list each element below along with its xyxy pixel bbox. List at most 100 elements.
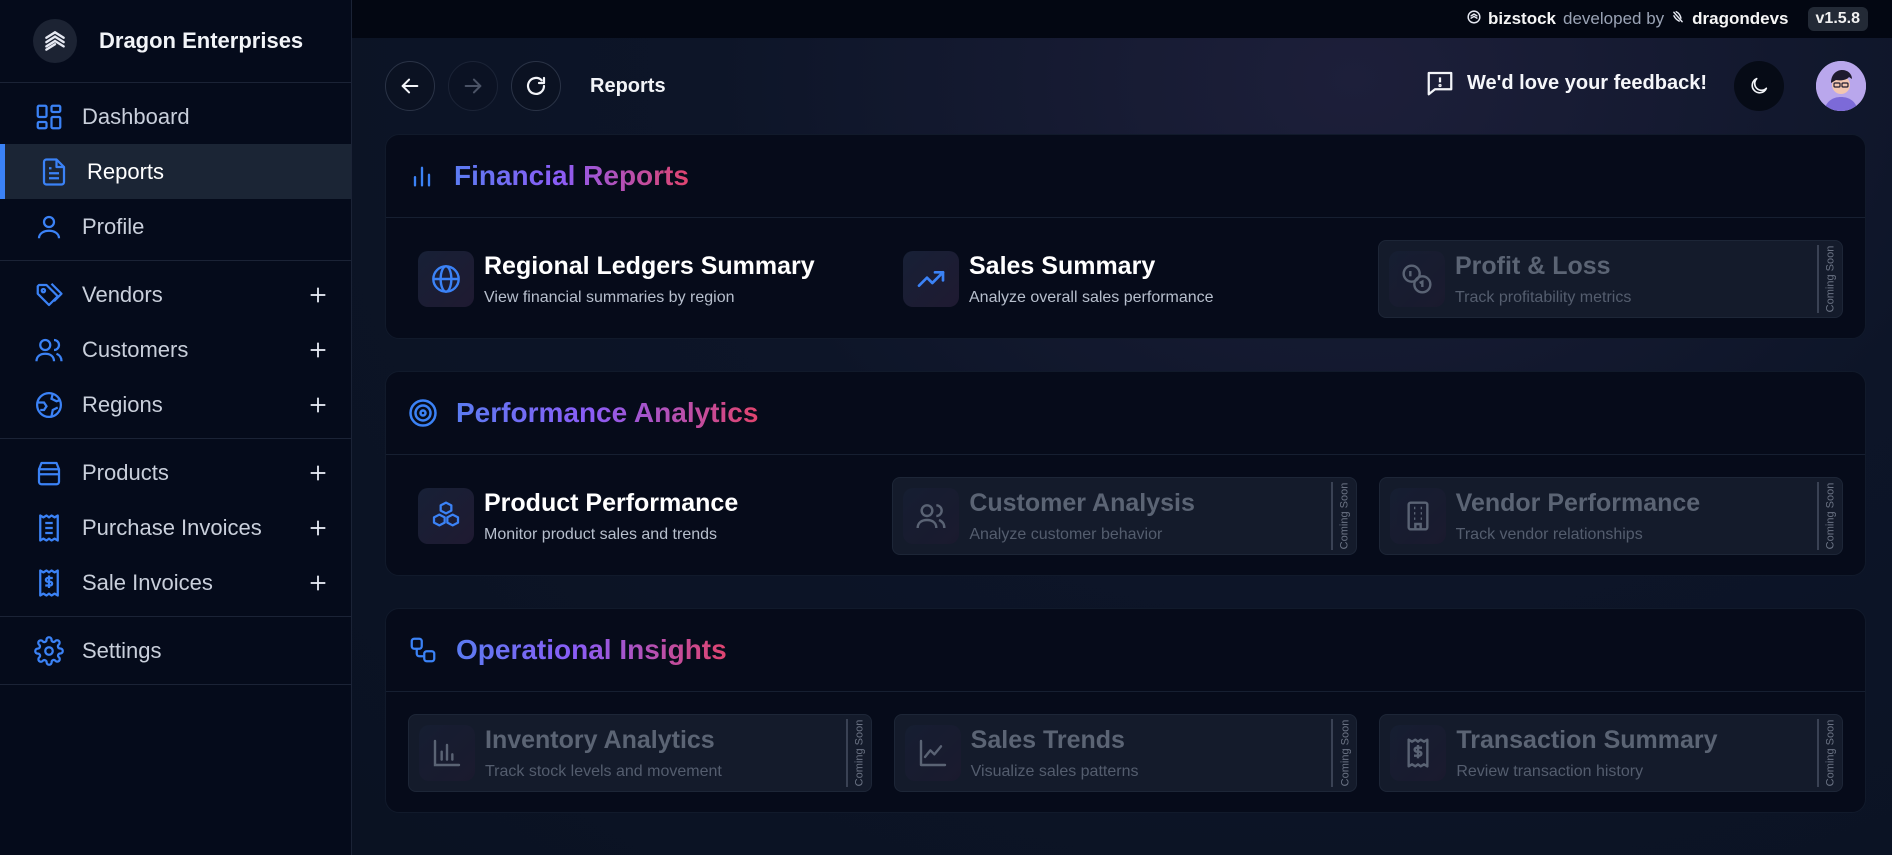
- sidebar-item-label: Sale Invoices: [82, 569, 213, 595]
- coming-soon-tag: Coming Soon: [1817, 245, 1842, 313]
- toolbar: Reports We'd love your feedback!: [385, 61, 1866, 111]
- gear-icon: [33, 635, 65, 667]
- card-title: Inventory Analytics: [485, 725, 715, 754]
- coming-soon-tag: Coming Soon: [1330, 482, 1356, 550]
- breadcrumb: Reports: [590, 74, 666, 97]
- coming-soon-tag: Coming Soon: [845, 719, 871, 787]
- forward-button[interactable]: [448, 61, 498, 111]
- expand-plus-icon[interactable]: [307, 517, 329, 539]
- feedback-button[interactable]: We'd love your feedback!: [1425, 68, 1707, 98]
- sidebar-item-label: Products: [82, 459, 169, 485]
- sidebar-item-customers[interactable]: Customers: [0, 322, 351, 377]
- card-title: Transaction Summary: [1456, 725, 1718, 754]
- sidebar-item-label: Purchase Invoices: [82, 514, 262, 540]
- sidebar-item-regions[interactable]: Regions: [0, 377, 351, 432]
- card-description: Analyze customer behavior: [969, 525, 1163, 543]
- version-badge: v1.5.8: [1807, 7, 1868, 31]
- main-content: Reports We'd love your feedback! Financi…: [352, 38, 1892, 855]
- report-card-vendor-performance: Vendor Performance Track vendor relation…: [1378, 477, 1843, 555]
- sidebar-item-profile[interactable]: Profile: [0, 199, 351, 254]
- card-row: Inventory Analytics Track stock levels a…: [408, 714, 1844, 792]
- card-title: Vendor Performance: [1455, 488, 1701, 517]
- document-icon: [38, 156, 70, 188]
- dashboard-icon: [33, 101, 65, 133]
- line-chart-icon: [904, 725, 961, 781]
- sidebar-item-label: Profile: [82, 213, 145, 239]
- section-header: Operational Insights: [386, 609, 1865, 692]
- dollar-receipt-icon: [33, 567, 65, 599]
- box-icon: [33, 457, 65, 489]
- users-icon: [33, 334, 65, 366]
- moon-icon: [1751, 77, 1768, 94]
- card-title: Product Performance: [484, 488, 739, 517]
- sidebar-item-reports[interactable]: Reports: [0, 144, 351, 199]
- refresh-icon: [526, 76, 546, 95]
- report-card-product-performance[interactable]: Product Performance Monitor product sale…: [408, 477, 870, 555]
- sidebar-item-settings[interactable]: Settings: [0, 623, 351, 678]
- section-title: Performance Analytics: [456, 397, 759, 428]
- bar-chart-icon: [419, 725, 475, 781]
- refresh-button[interactable]: [511, 61, 561, 111]
- coming-soon-tag: Coming Soon: [1331, 719, 1356, 787]
- boxes-icon: [418, 488, 474, 544]
- theme-toggle-button[interactable]: [1734, 61, 1784, 111]
- card-description: Monitor product sales and trends: [484, 525, 718, 543]
- sidebar-item-sale-invoices[interactable]: Sale Invoices: [0, 555, 351, 610]
- card-title: Profit & Loss: [1455, 251, 1611, 280]
- receipt-icon: [33, 512, 65, 544]
- sidebar: Dragon Enterprises Dashboard Reports Pro…: [0, 0, 352, 855]
- sidebar-item-vendors[interactable]: Vendors: [0, 267, 351, 322]
- section-operational-insights: Operational Insights Inventory Analytics…: [385, 608, 1866, 813]
- card-description: Track vendor relationships: [1455, 525, 1643, 543]
- avatar[interactable]: [1816, 61, 1866, 111]
- report-card-sales-summary[interactable]: Sales Summary Analyze overall sales perf…: [893, 240, 1356, 318]
- globe-icon: [33, 389, 65, 421]
- tag-icon: [33, 279, 65, 311]
- company-logo-icon: [33, 19, 77, 63]
- card-title: Regional Ledgers Summary: [484, 251, 815, 280]
- nav-group-settings: Settings: [0, 617, 351, 685]
- brand[interactable]: Dragon Enterprises: [0, 0, 351, 83]
- card-row: Product Performance Monitor product sale…: [408, 477, 1843, 555]
- card-row: Regional Ledgers Summary View financial …: [408, 240, 1843, 318]
- bizstock-logo-icon: [1467, 9, 1481, 29]
- coming-soon-tag: Coming Soon: [1817, 719, 1842, 787]
- sidebar-item-purchase-invoices[interactable]: Purchase Invoices: [0, 500, 351, 555]
- card-title: Sales Summary: [969, 251, 1156, 280]
- nav-group-inventory: Products Purchase Invoices Sale Invoices: [0, 439, 351, 617]
- expand-plus-icon[interactable]: [307, 572, 329, 594]
- feedback-label: We'd love your feedback!: [1466, 71, 1707, 94]
- coming-soon-tag: Coming Soon: [1816, 482, 1842, 550]
- sidebar-item-label: Settings: [82, 637, 162, 663]
- bar-chart-icon: [413, 166, 431, 187]
- report-card-customer-analysis: Customer Analysis Analyze customer behav…: [892, 477, 1357, 555]
- top-credit-bar: bizstock developed by dragondevs v1.5.8: [352, 0, 1892, 38]
- developer-link[interactable]: dragondevs: [1692, 9, 1788, 29]
- section-header: Performance Analytics: [386, 372, 1865, 455]
- dollar-receipt-icon: [1390, 725, 1447, 781]
- card-description: View financial summaries by region: [484, 288, 735, 306]
- section-financial-reports: Financial Reports Regional Ledgers Summa…: [385, 134, 1866, 339]
- expand-plus-icon[interactable]: [307, 394, 329, 416]
- report-card-regional-ledgers[interactable]: Regional Ledgers Summary View financial …: [408, 240, 871, 318]
- globe-icon: [418, 251, 474, 307]
- message-alert-icon: [1427, 71, 1453, 96]
- card-description: Analyze overall sales performance: [969, 288, 1214, 306]
- card-description: Track profitability metrics: [1455, 288, 1632, 306]
- sidebar-item-dashboard[interactable]: Dashboard: [0, 89, 351, 144]
- card-description: Track stock levels and movement: [485, 762, 722, 780]
- expand-plus-icon[interactable]: [307, 284, 329, 306]
- expand-plus-icon[interactable]: [307, 339, 329, 361]
- section-title: Operational Insights: [456, 634, 727, 665]
- trending-up-icon: [903, 251, 959, 307]
- product-name: bizstock: [1487, 9, 1557, 28]
- sidebar-item-label: Reports: [87, 158, 165, 184]
- back-button[interactable]: [385, 61, 435, 111]
- nav-group-partners: Vendors Customers Regions: [0, 261, 351, 439]
- user-icon: [33, 211, 65, 243]
- building-icon: [1389, 488, 1446, 544]
- sidebar-item-products[interactable]: Products: [0, 445, 351, 500]
- expand-plus-icon[interactable]: [307, 462, 329, 484]
- developed-by-text: developed by: [1563, 9, 1665, 28]
- card-description: Review transaction history: [1456, 762, 1644, 780]
